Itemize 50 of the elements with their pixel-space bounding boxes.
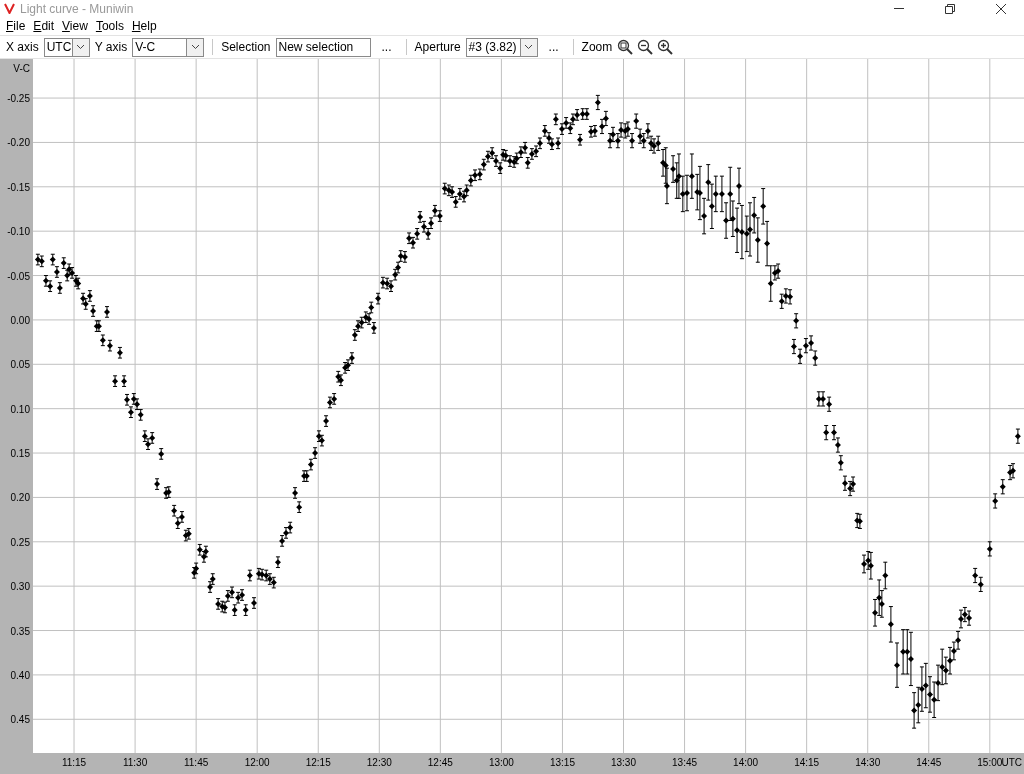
x-tick-label: 14:00	[733, 757, 759, 768]
toolbar-label: Aperture	[414, 40, 461, 54]
y-tick-label: 0.20	[10, 492, 30, 504]
x-tick-label: 11:15	[61, 757, 87, 768]
x-axis-title: UTC	[1001, 757, 1022, 768]
x-tick-label: 13:15	[549, 757, 575, 768]
dropdown[interactable]: V-C	[132, 37, 205, 57]
y-tick-label: 0.45	[10, 714, 30, 726]
dropdown[interactable]: UTC	[43, 37, 90, 57]
toolbar-label: X axis	[6, 40, 39, 54]
x-tick-label: 13:45	[672, 757, 698, 768]
x-tick-label: 11:45	[184, 757, 209, 768]
more-button[interactable]: ...	[375, 40, 398, 54]
y-tick-label: -0.25	[7, 93, 30, 105]
y-tick-label: 0.30	[10, 581, 30, 593]
y-tick-label: 0.25	[10, 536, 30, 548]
y-tick-label: -0.20	[7, 137, 30, 149]
y-tick-label: -0.05	[7, 270, 30, 282]
x-tick-label: 13:00	[488, 757, 514, 768]
y-tick-label: 0.15	[10, 448, 30, 460]
y-tick-label: 0.35	[10, 625, 30, 637]
x-tick-label: 12:45	[427, 757, 453, 768]
x-tick-label: 12:00	[244, 757, 270, 768]
x-tick-label: 12:15	[305, 757, 331, 768]
x-tick-label: 12:30	[366, 757, 392, 768]
dropdown[interactable]: #3 (3.82)	[465, 37, 538, 57]
menu-item[interactable]: Edit	[29, 19, 59, 33]
y-tick-label: 0.10	[10, 403, 30, 415]
x-tick-label: 11:30	[122, 757, 148, 768]
window-title: Light curve - Muniwin	[20, 1, 135, 16]
toolbar-label: Selection	[221, 40, 271, 54]
menu-item[interactable]: Tools	[91, 19, 128, 33]
menu-item[interactable]: Help	[127, 19, 161, 33]
x-tick-label: 14:15	[794, 757, 820, 768]
menu-item[interactable]: View	[58, 19, 92, 33]
menu-item[interactable]: File	[2, 19, 30, 33]
toolbar-label: Y axis	[94, 40, 128, 54]
toolbar-label: Zoom	[581, 40, 613, 54]
x-tick-label: 13:30	[611, 757, 636, 768]
x-tick-label: 14:30	[855, 757, 881, 768]
more-button[interactable]: ...	[542, 40, 565, 54]
selection-field[interactable]: New selection	[275, 37, 371, 57]
y-tick-label: -0.10	[7, 226, 30, 238]
y-axis-title: V-C	[13, 63, 30, 74]
y-tick-label: 0.05	[10, 359, 30, 371]
x-tick-label: 14:45	[916, 757, 942, 768]
y-tick-label: 0.40	[10, 669, 30, 681]
x-tick-label: 15:00	[977, 757, 1003, 768]
y-tick-label: -0.15	[7, 181, 30, 193]
y-tick-label: 0.00	[10, 314, 30, 326]
